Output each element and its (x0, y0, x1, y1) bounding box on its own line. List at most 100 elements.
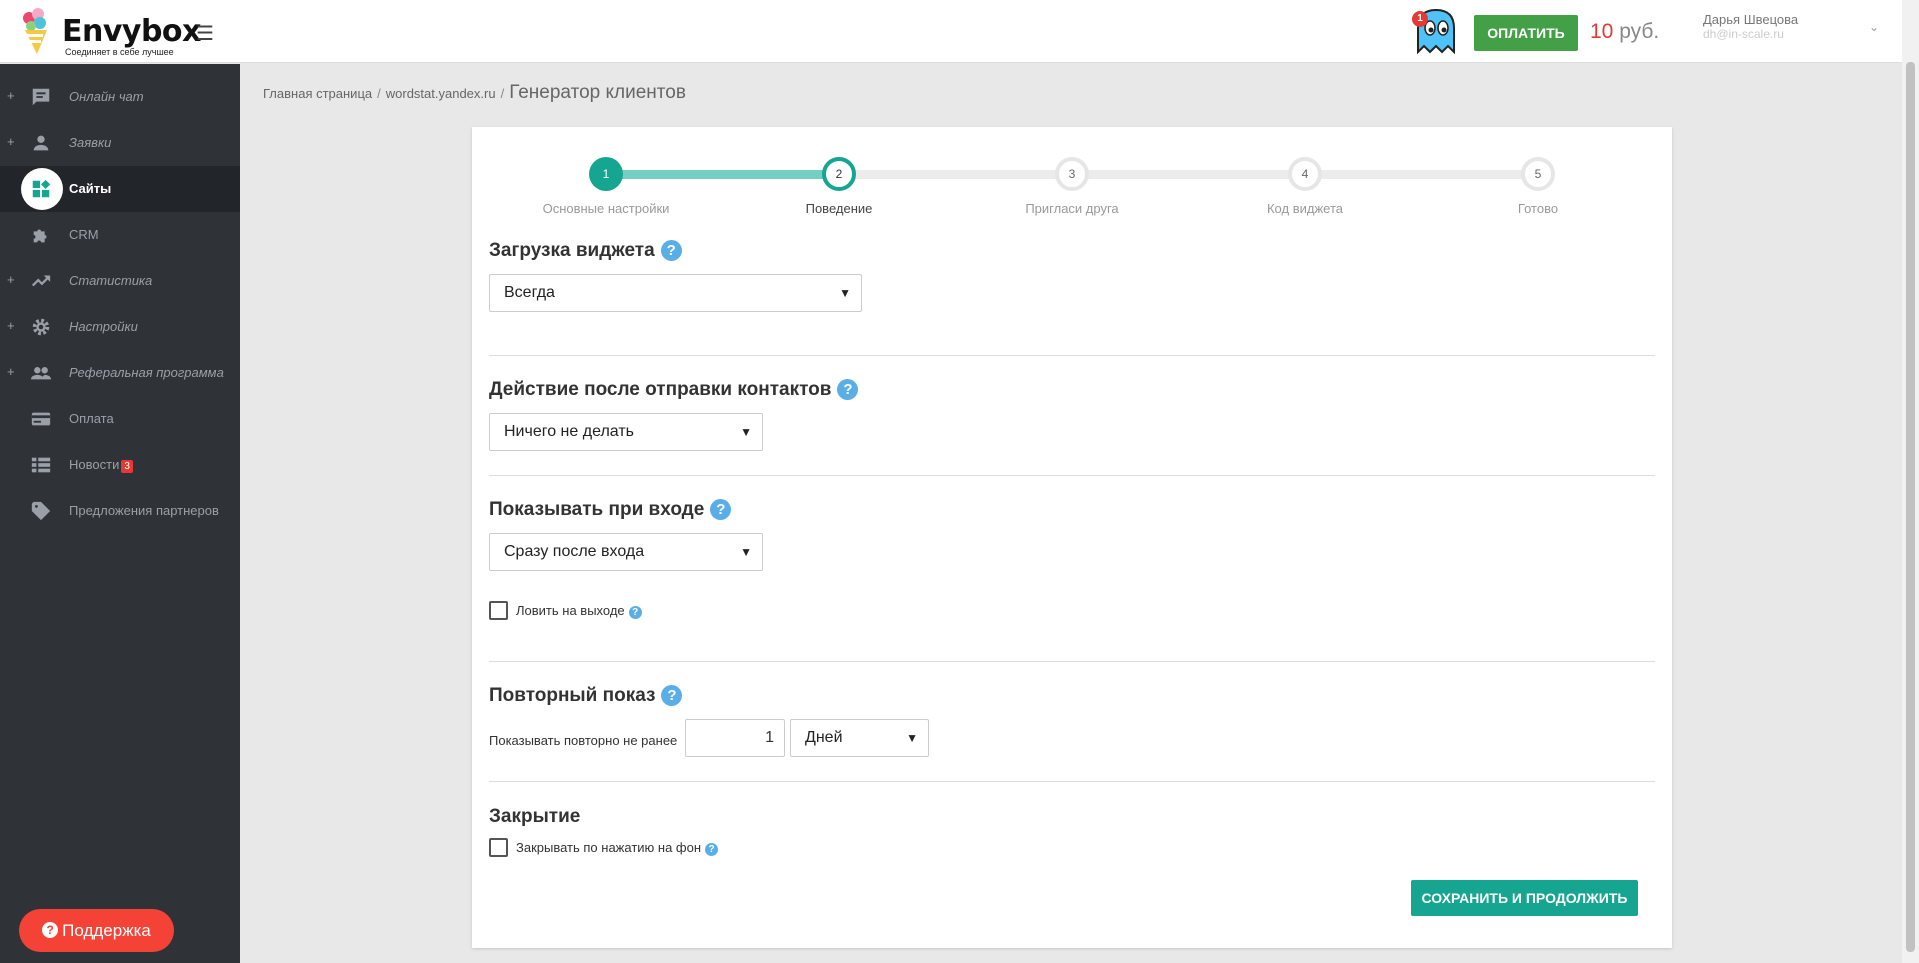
step-4-circle[interactable]: 4 (1288, 157, 1322, 191)
expand-plus-icon[interactable]: + (7, 88, 15, 103)
notification-badge: 1 (1412, 11, 1428, 27)
step-1-label: Основные настройки (542, 201, 670, 216)
chevron-down-icon: ▼ (906, 731, 918, 745)
sidebar-item-label: Статистика (69, 273, 153, 288)
sidebar-item-label: Новости 3 (69, 457, 133, 473)
sidebar-item-payment[interactable]: Оплата (0, 396, 240, 442)
section-title-text: Загрузка виджета (489, 240, 655, 261)
sidebar-item-label: CRM (69, 227, 99, 242)
repeat-unit-select[interactable]: Дней ▼ (790, 719, 929, 757)
section-title-text: Повторный показ (489, 685, 656, 706)
pay-button[interactable]: ОПЛАТИТЬ (1474, 15, 1578, 51)
select-value: Ничего не делать (504, 423, 634, 440)
help-icon[interactable]: ? (661, 685, 683, 706)
sidebar-item-news[interactable]: Новости 3 (0, 442, 240, 488)
gear-icon (30, 316, 52, 338)
step-2-label: Поведение (805, 201, 873, 216)
question-icon: ? (42, 921, 59, 938)
show-on-enter-title: Показывать при входе? (489, 499, 732, 521)
sidebar-item-online-chat[interactable]: + Онлайн чат (0, 74, 240, 120)
menu-toggle-icon[interactable]: ☰ (196, 21, 214, 46)
balance: 10 руб. (1590, 20, 1659, 44)
help-icon[interactable]: ? (705, 842, 719, 856)
list-icon (30, 454, 52, 476)
widget-load-title: Загрузка виджета? (489, 240, 682, 262)
sidebar-item-partner-offers[interactable]: Предложения партнеров (0, 488, 240, 534)
expand-plus-icon[interactable]: + (7, 134, 15, 149)
exit-intent-checkbox[interactable] (489, 601, 508, 620)
support-button[interactable]: ? Поддержка (19, 909, 174, 952)
help-icon[interactable]: ? (710, 499, 732, 520)
show-on-enter-select[interactable]: Сразу после входа ▼ (489, 533, 763, 571)
step-3-circle[interactable]: 3 (1055, 157, 1089, 191)
exit-intent-label: Ловить на выходе (516, 603, 625, 618)
divider (489, 661, 1655, 662)
step-1-circle[interactable]: 1 (589, 157, 623, 191)
close-on-bg-checkbox[interactable] (489, 838, 508, 857)
section-title-text: Показывать при входе (489, 499, 705, 520)
repeat-label: Показывать повторно не ранее (489, 733, 678, 748)
expand-plus-icon[interactable]: + (7, 318, 15, 333)
sidebar-item-label: Настройки (69, 319, 138, 334)
breadcrumb-site[interactable]: wordstat.yandex.ru (386, 86, 496, 101)
help-icon[interactable]: ? (628, 605, 642, 619)
divider (489, 355, 1655, 356)
user-name[interactable]: Дарья Швецова (1703, 12, 1798, 27)
section-title-text: Действие после отправки контактов (489, 379, 832, 400)
news-label: Новости (69, 457, 120, 472)
step-5-circle[interactable]: 5 (1521, 157, 1555, 191)
after-submit-select[interactable]: Ничего не делать ▼ (489, 413, 763, 451)
breadcrumb-separator: / (500, 86, 505, 101)
sidebar-item-settings[interactable]: + Настройки (0, 304, 240, 350)
sidebar-item-label: Оплата (69, 411, 114, 426)
chevron-down-icon[interactable]: ⌄ (1869, 20, 1879, 34)
sidebar: + Онлайн чат + Заявки Сайты CRM + Статис… (0, 64, 240, 963)
sidebar-item-requests[interactable]: + Заявки (0, 120, 240, 166)
widget-load-select[interactable]: Всегда ▼ (489, 274, 862, 312)
step-5-label: Готово (1517, 201, 1559, 216)
select-value: Сразу после входа (504, 543, 645, 560)
breadcrumb-home[interactable]: Главная страница (263, 86, 372, 101)
envybox-logo[interactable]: Envybox Соединяет в себе лучшее (20, 6, 201, 58)
divider (489, 475, 1655, 476)
sidebar-item-referral[interactable]: + Реферальная программа (0, 350, 240, 396)
step-4-label: Код виджета (1266, 201, 1343, 216)
close-on-bg-label: Закрывать по нажатию на фон (516, 840, 702, 855)
breadcrumb: Главная страница / wordstat.yandex.ru / Гене… (263, 82, 686, 104)
save-and-continue-button[interactable]: СОХРАНИТЬ И ПРОДОЛЖИТЬ (1411, 880, 1638, 916)
select-value: Дней (805, 729, 843, 746)
sidebar-item-label: Заявки (69, 135, 112, 150)
after-submit-title: Действие после отправки контактов? (489, 379, 859, 401)
puzzle-icon (30, 224, 52, 246)
sidebar-item-statistics[interactable]: + Статистика (0, 258, 240, 304)
close-on-bg-checkbox-row[interactable]: Закрывать по нажатию на фон? (489, 838, 719, 858)
repeat-number-input[interactable]: 1 (685, 719, 785, 757)
step-3-label: Пригласи друга (1025, 201, 1119, 216)
logo-text: Envybox (62, 14, 201, 49)
exit-intent-checkbox-row[interactable]: Ловить на выходе? (489, 601, 642, 621)
help-icon[interactable]: ? (660, 240, 682, 261)
sidebar-item-crm[interactable]: CRM (0, 212, 240, 258)
sidebar-item-label: Сайты (69, 181, 112, 196)
divider (489, 781, 1655, 782)
scrollbar-thumb[interactable] (1906, 62, 1915, 952)
sidebar-item-sites[interactable]: Сайты (0, 166, 240, 212)
breadcrumb-separator: / (377, 86, 381, 101)
chevron-down-icon: ▼ (839, 286, 851, 300)
sidebar-item-label: Реферальная программа (69, 365, 224, 380)
support-label: Поддержка (62, 920, 151, 940)
close-title: Закрытие (489, 806, 581, 827)
help-icon[interactable]: ? (837, 379, 859, 400)
step-2-circle[interactable]: 2 (822, 157, 856, 191)
widgets-icon (30, 178, 52, 200)
expand-plus-icon[interactable]: + (7, 364, 15, 379)
balance-amount: 10 (1590, 20, 1614, 43)
stepper-progress-line (606, 170, 839, 179)
people-icon (30, 362, 52, 384)
repeat-title: Повторный показ? (489, 685, 683, 707)
expand-plus-icon[interactable]: + (7, 272, 15, 287)
sidebar-item-label: Предложения партнеров (69, 503, 219, 518)
sidebar-item-label: Онлайн чат (69, 89, 144, 104)
chat-icon (30, 86, 52, 108)
breadcrumb-current: Генератор клиентов (509, 82, 686, 103)
